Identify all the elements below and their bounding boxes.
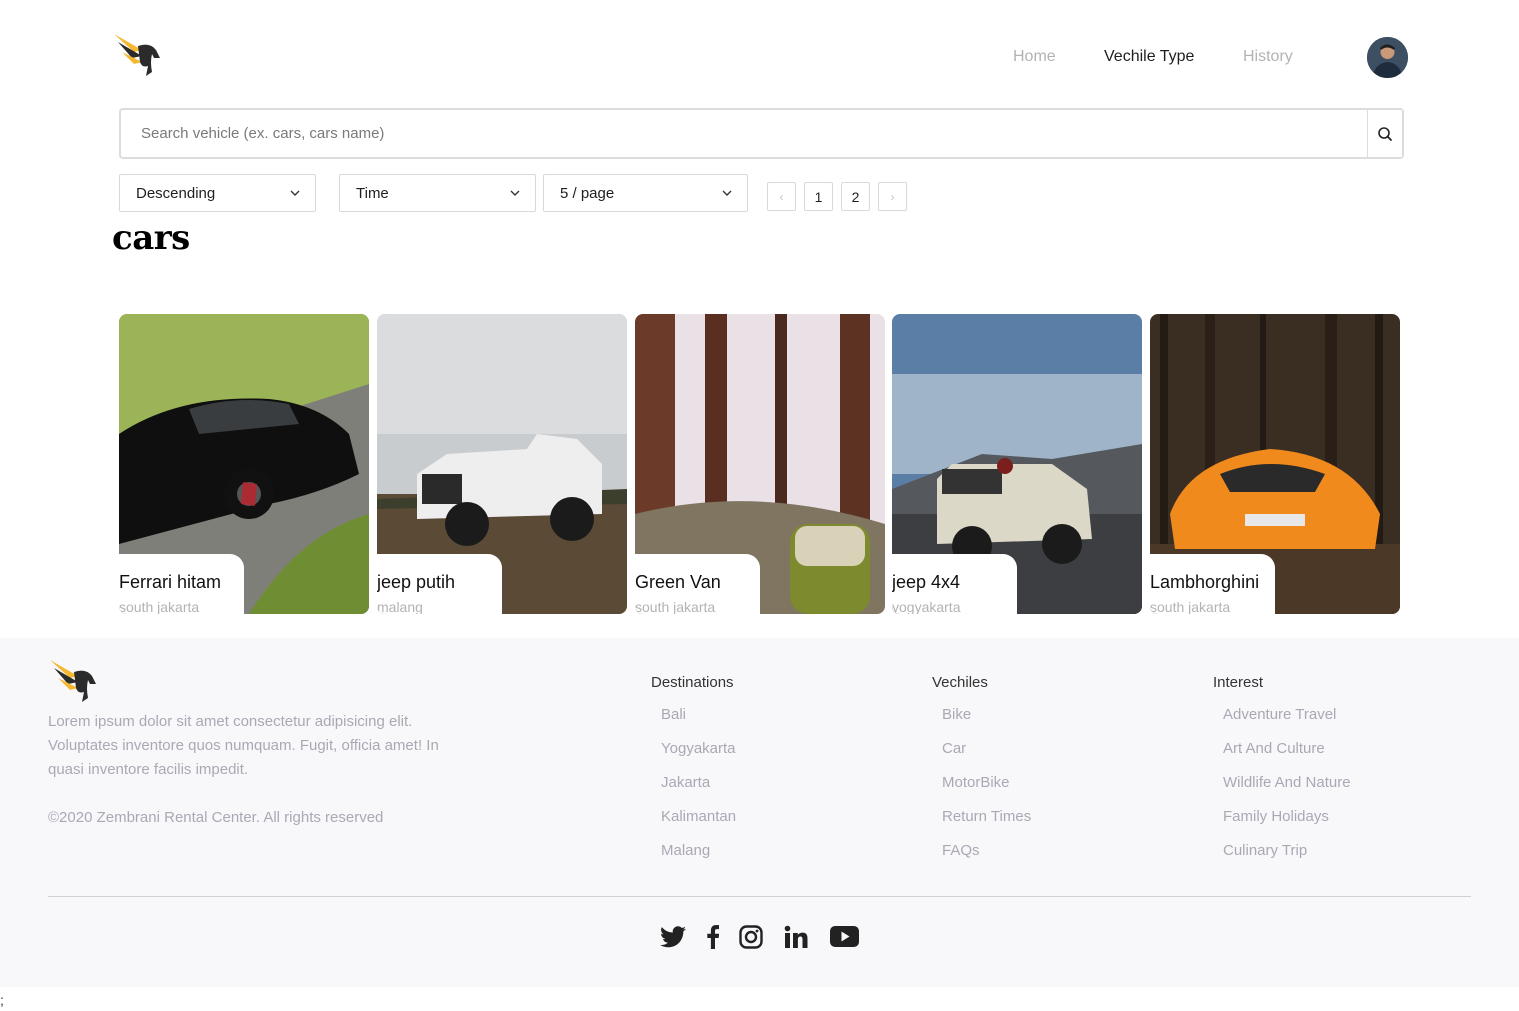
card-name: jeep 4x4 [892, 572, 961, 592]
footer-link[interactable]: Culinary Trip [1223, 841, 1351, 875]
section-title: cars [112, 218, 190, 258]
footer-column-title: Vechiles [932, 674, 988, 691]
sort-order-value: Descending [136, 184, 216, 202]
card-label: jeep putih malang [377, 554, 502, 614]
pagination: ‹ 1 2 › [767, 182, 907, 211]
footer-column-interest: Interest Adventure Travel Art And Cultur… [1213, 674, 1351, 875]
nav-home[interactable]: Home [1013, 48, 1056, 66]
twitter-icon[interactable] [660, 926, 686, 948]
linkedin-icon[interactable] [784, 925, 808, 949]
facebook-icon[interactable] [707, 925, 719, 949]
card-name: Ferrari hitam [119, 572, 222, 592]
card-name: jeep putih [377, 572, 456, 592]
footer-link[interactable]: Car [942, 739, 1031, 773]
footer-link[interactable]: Yogyakarta [661, 739, 736, 773]
footer-logo[interactable] [48, 658, 100, 704]
footer-column-title: Destinations [651, 674, 734, 691]
chevron-down-icon [722, 190, 732, 196]
footer-description: Lorem ipsum dolor sit amet consectetur a… [48, 713, 439, 778]
footer-link[interactable]: Jakarta [661, 773, 736, 807]
footer-link[interactable]: Malang [661, 841, 736, 875]
nav-vehicle-type[interactable]: Vechile Type [1104, 48, 1194, 66]
logo[interactable] [112, 32, 164, 78]
card-name: Lambhorghini [1150, 572, 1260, 592]
footer-link[interactable]: Family Holidays [1223, 807, 1351, 841]
footer-column-destinations: Destinations Bali Yogyakarta Jakarta Kal… [651, 674, 736, 875]
footer: Lorem ipsum dolor sit amet consectetur a… [0, 638, 1519, 987]
search-button[interactable] [1367, 110, 1402, 157]
sort-order-select[interactable]: Descending [119, 174, 316, 212]
card-location: south jakarta [119, 599, 200, 614]
avatar[interactable] [1367, 37, 1408, 78]
card-location: yogyakarta [892, 599, 961, 614]
vehicle-card[interactable]: Green Van south jakarta [635, 314, 885, 614]
footer-link[interactable]: Adventure Travel [1223, 705, 1351, 739]
vehicle-card[interactable]: Ferrari hitam south jakarta [119, 314, 369, 614]
card-location: malang [377, 599, 423, 614]
search-bar [119, 108, 1404, 159]
card-label: Lambhorghini south jakarta [1150, 554, 1275, 614]
footer-link[interactable]: Return Times [942, 807, 1031, 841]
footer-link[interactable]: Bali [661, 705, 736, 739]
prev-page-button[interactable]: ‹ [767, 182, 796, 211]
next-page-button[interactable]: › [878, 182, 907, 211]
youtube-icon[interactable] [830, 926, 859, 947]
page-size-select[interactable]: 5 / page [543, 174, 748, 212]
footer-link[interactable]: FAQs [942, 841, 1031, 875]
card-label: Ferrari hitam south jakarta [119, 554, 244, 614]
card-label: Green Van south jakarta [635, 554, 760, 614]
nav-history[interactable]: History [1243, 48, 1293, 66]
card-label: jeep 4x4 yogyakarta [892, 554, 1017, 614]
footer-column-vehicles: Vechiles Bike Car MotorBike Return Times… [932, 674, 1031, 875]
page-button-2[interactable]: 2 [841, 182, 870, 211]
footer-link[interactable]: MotorBike [942, 773, 1031, 807]
sort-by-select[interactable]: Time [339, 174, 536, 212]
search-input[interactable] [121, 110, 1367, 157]
footer-link[interactable]: Wildlife And Nature [1223, 773, 1351, 807]
footer-column-title: Interest [1213, 674, 1264, 691]
card-name: Green Van [635, 572, 721, 592]
footer-copyright: ©2020 Zembrani Rental Center. All rights… [48, 809, 384, 826]
stray-text: ; [0, 992, 4, 1008]
footer-link[interactable]: Art And Culture [1223, 739, 1351, 773]
card-location: south jakarta [1150, 599, 1231, 614]
card-location: south jakarta [635, 599, 716, 614]
vehicle-card[interactable]: Lambhorghini south jakarta [1150, 314, 1400, 614]
page-button-1[interactable]: 1 [804, 182, 833, 211]
vehicle-card[interactable]: jeep putih malang [377, 314, 627, 614]
chevron-down-icon [510, 190, 520, 196]
chevron-down-icon [290, 190, 300, 196]
footer-link[interactable]: Bike [942, 705, 1031, 739]
footer-link[interactable]: Kalimantan [661, 807, 736, 841]
footer-divider [48, 896, 1471, 897]
instagram-icon[interactable] [739, 925, 763, 949]
search-icon [1378, 126, 1392, 141]
page-size-value: 5 / page [560, 184, 615, 202]
vehicle-card[interactable]: jeep 4x4 yogyakarta [892, 314, 1142, 614]
sort-by-value: Time [356, 184, 389, 202]
